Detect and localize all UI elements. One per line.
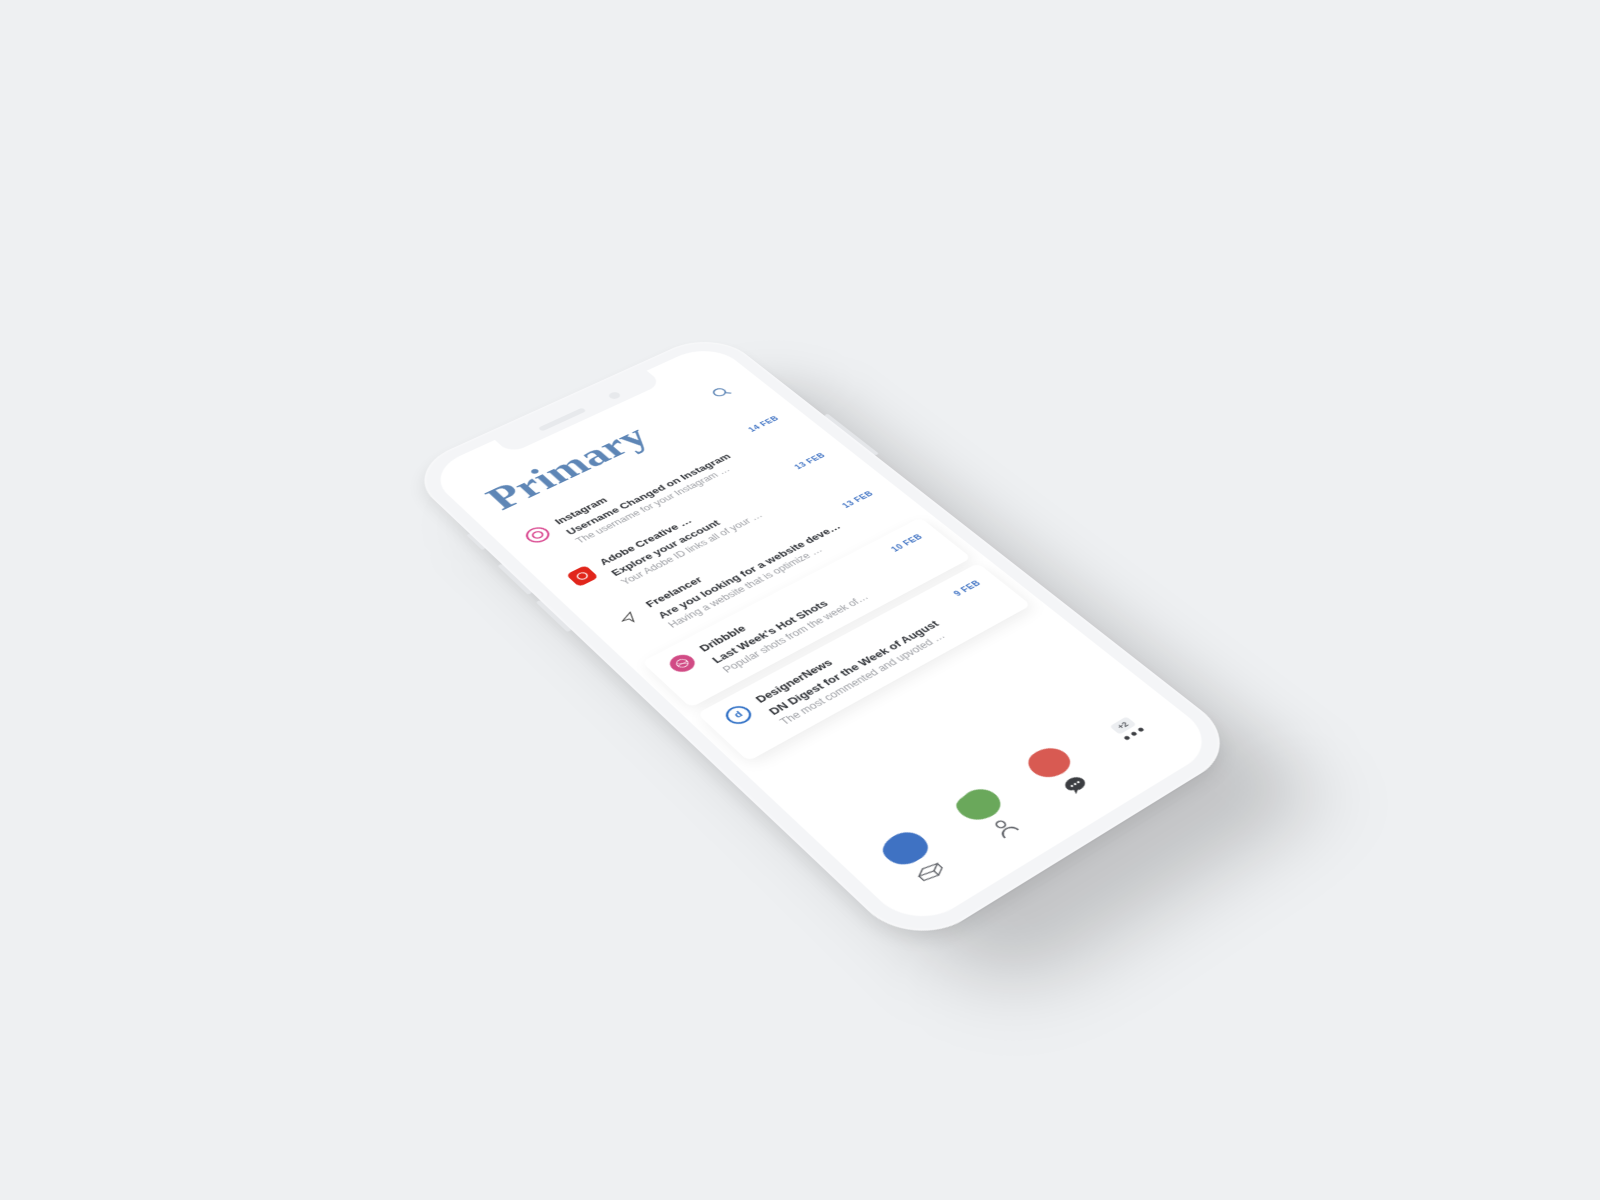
freelancer-icon xyxy=(612,607,646,630)
message-subject: DN Digest for the Week of August xyxy=(766,588,997,717)
more-count-badge: +2 xyxy=(1109,716,1136,734)
message-preview: The most commented and upvoted … xyxy=(777,598,1008,727)
message-sender: Dribbble xyxy=(697,623,749,654)
volume-down xyxy=(536,600,572,632)
promo-blob-icon xyxy=(1018,741,1080,785)
tab-social[interactable] xyxy=(931,773,1047,855)
message-sender: DesignerNews xyxy=(753,657,836,705)
mute-switch xyxy=(466,533,485,550)
chat-icon xyxy=(1056,771,1094,798)
dribbble-icon xyxy=(665,651,699,675)
inbox-icon xyxy=(911,857,950,886)
social-blob-icon xyxy=(947,782,1010,827)
adobe-icon xyxy=(566,565,599,587)
search-button[interactable] xyxy=(700,379,743,406)
person-icon xyxy=(985,813,1024,841)
instagram-icon xyxy=(521,524,553,545)
inbox-blob-icon xyxy=(872,825,936,872)
designernews-icon: d xyxy=(721,703,756,728)
tab-inbox[interactable] xyxy=(856,816,974,901)
search-icon xyxy=(708,384,736,401)
tab-promotions[interactable] xyxy=(1003,732,1117,812)
more-icon xyxy=(1120,726,1147,743)
tab-more[interactable]: +2 xyxy=(1090,706,1166,754)
